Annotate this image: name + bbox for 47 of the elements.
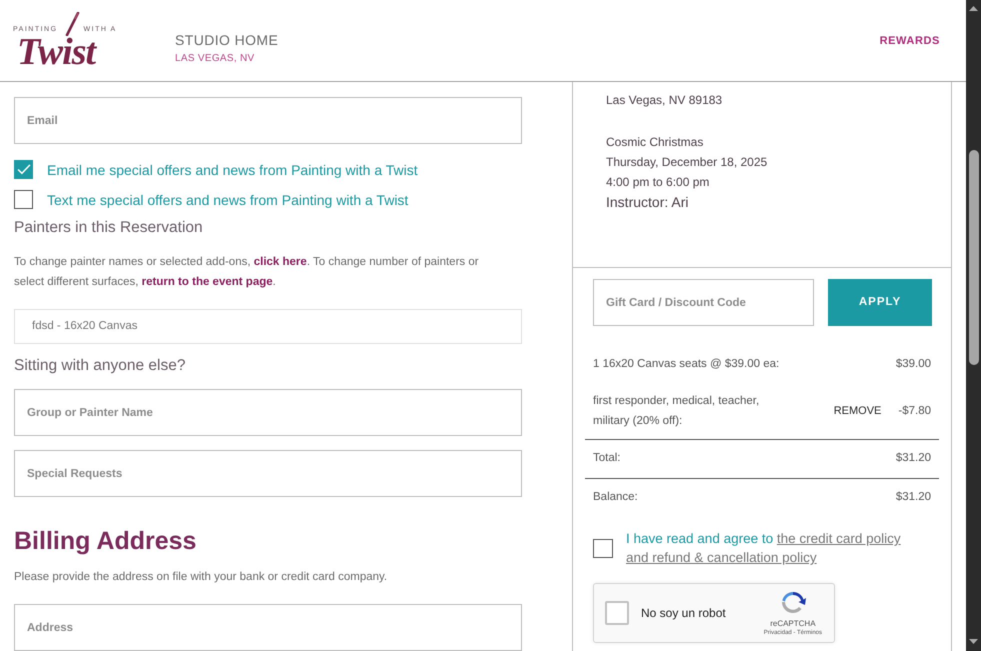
text-link[interactable]: and refund & cancellation policy xyxy=(626,550,817,565)
text-link[interactable]: click here xyxy=(254,256,307,268)
section-heading: Sitting with anyone else? xyxy=(14,356,186,376)
painter-note: To change painter names or selected add-ons, click here. To change number of painters or select different surfaces, return to the event page. xyxy=(14,255,480,290)
total-amount: $31.20 xyxy=(896,490,931,505)
line-item-amount: -$7.80 xyxy=(898,404,931,419)
checkbox-label: Email me special offers and news from Painting with a Twist xyxy=(47,160,418,178)
scroll-thumb[interactable] xyxy=(968,150,978,365)
checkbox[interactable] xyxy=(14,160,33,179)
total-amount: $31.20 xyxy=(896,451,931,466)
address-field[interactable]: Address xyxy=(14,604,522,651)
agreement-text: I have read and agree to the credit card policy and refund & cancellation policy xyxy=(626,530,902,567)
event-detail: Thursday, December 18, 2025 xyxy=(606,154,768,171)
instructor-name: Instructor: Ari xyxy=(606,193,690,212)
scroll-up-arrow-icon[interactable] xyxy=(969,6,978,11)
billing-note: Please provide the address on file with your bank or credit card company. xyxy=(14,570,388,585)
captcha-brand: reCAPTCHA xyxy=(770,618,816,628)
line-item-amount: $39.00 xyxy=(896,357,931,372)
special-requests-field[interactable]: Special Requests xyxy=(14,450,522,497)
line-item-label: first responder, medical, teacher, military (20% off): xyxy=(593,394,760,429)
email-field[interactable]: Email xyxy=(14,97,522,144)
checkmark-icon xyxy=(16,164,30,175)
checkbox[interactable] xyxy=(593,538,613,558)
event-detail: Cosmic Christmas xyxy=(606,134,704,151)
billing-heading: Billing Address xyxy=(14,526,198,556)
remove-link[interactable]: REMOVE xyxy=(834,402,882,420)
checkbox[interactable] xyxy=(14,190,33,209)
line-item-label: 1 16x20 Canvas seats @ $39.00 ea: xyxy=(593,357,780,372)
discount-code-field[interactable]: Gift Card / Discount Code xyxy=(593,279,814,326)
logo-wordmark[interactable]: Twist xyxy=(17,36,96,68)
painter-select[interactable]: fdsd - 16x20 Canvas xyxy=(14,309,522,344)
rewards-link[interactable]: REWARDS xyxy=(880,33,940,50)
section-heading: Painters in this Reservation xyxy=(14,218,204,238)
total-label: Balance: xyxy=(593,490,638,505)
address-line: Las Vegas, NV 89183 xyxy=(606,92,724,109)
studio-location: LAS VEGAS, NV xyxy=(175,52,256,66)
event-detail: 4:00 pm to 6:00 pm xyxy=(606,174,710,191)
text-link[interactable]: return to the event page xyxy=(142,276,273,288)
checkbox-label: Text me special offers and news from Painting with a Twist xyxy=(47,190,408,208)
captcha-label: No soy un robot xyxy=(641,605,726,622)
painter-name-field[interactable]: Group or Painter Name xyxy=(14,389,522,436)
captcha-checkbox[interactable] xyxy=(605,601,629,625)
scroll-down-arrow-icon[interactable] xyxy=(969,639,978,644)
apply-button[interactable]: APPLY xyxy=(828,279,932,326)
total-label: Total: xyxy=(593,451,620,466)
text-link[interactable]: the credit card policy xyxy=(776,531,901,546)
studio-title[interactable]: STUDIO HOME xyxy=(175,31,278,49)
